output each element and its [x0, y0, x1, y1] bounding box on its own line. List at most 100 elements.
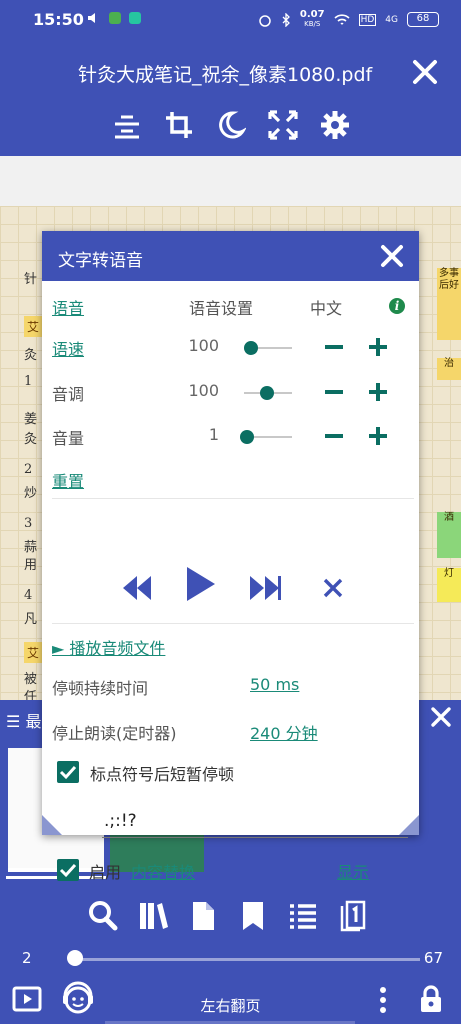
speed-minus-icon[interactable] — [325, 337, 343, 357]
pitch-plus-icon[interactable] — [369, 382, 387, 402]
doc-side-note: 酒 — [437, 512, 461, 558]
volume-icon — [88, 13, 95, 23]
stop-timer-value[interactable]: 240 分钟 — [250, 720, 318, 744]
close-icon[interactable] — [379, 243, 405, 269]
punct-pause-checkbox[interactable] — [57, 761, 79, 783]
tts-dialog: 文字转语音 语音 语音设置 中文 i 语速 100 音调 100 音量 1 重置… — [42, 231, 419, 882]
enable-replace-checkbox[interactable] — [57, 859, 79, 881]
page-start-number: 2 — [22, 949, 32, 967]
fullscreen-icon[interactable] — [268, 110, 298, 140]
volume-slider-knob[interactable] — [240, 430, 254, 444]
night-mode-icon[interactable] — [216, 110, 246, 140]
doc-tag: 艾 — [24, 316, 43, 337]
close-icon[interactable] — [429, 705, 453, 729]
message-icon — [109, 12, 121, 24]
pitch-value: 100 — [188, 381, 219, 400]
voice-link[interactable]: 语音 — [52, 295, 84, 319]
punct-chars-row: .;:!? — [42, 807, 419, 837]
more-options-icon[interactable] — [378, 986, 388, 1014]
document-icon[interactable] — [188, 900, 218, 932]
hd-icon: HD — [358, 13, 377, 26]
input-underline — [102, 837, 408, 838]
go-to-page-icon[interactable] — [338, 900, 368, 932]
stop-icon[interactable] — [322, 577, 344, 599]
pitch-slider-knob[interactable] — [260, 386, 274, 400]
language-label[interactable]: 中文 — [310, 295, 342, 319]
voice-settings-label[interactable]: 语音设置 — [189, 295, 253, 319]
settings-gear-icon[interactable] — [320, 110, 350, 140]
doc-char: 凡 — [24, 612, 38, 627]
bottom-nav: 左右翻页 — [0, 980, 461, 1024]
signal-label: 4G — [385, 14, 398, 25]
doc-side-note: 多事后好 — [437, 268, 461, 340]
show-link[interactable]: 显示 — [337, 859, 369, 883]
speed-label[interactable]: 语速 — [52, 336, 84, 360]
playback-controls — [42, 565, 419, 608]
pitch-label: 音调 — [52, 385, 85, 404]
list-icon[interactable] — [288, 900, 318, 932]
doc-char: 4 — [24, 588, 33, 603]
recent-files-header[interactable]: ☰ 最 — [6, 708, 41, 732]
lock-icon[interactable] — [418, 984, 444, 1014]
content-replace-link[interactable]: 内容替换 — [131, 859, 195, 883]
doc-side-note: 治 — [437, 358, 461, 380]
page-slider-track[interactable] — [74, 958, 420, 961]
speed-plus-icon[interactable] — [369, 337, 387, 357]
status-time: 15:50 — [33, 10, 84, 29]
page-end-number: 67 — [423, 949, 443, 967]
library-icon[interactable] — [138, 900, 168, 932]
pitch-minus-icon[interactable] — [325, 382, 343, 402]
reader-toolbar — [112, 110, 350, 140]
crop-icon[interactable] — [164, 110, 194, 140]
doc-char: 用 — [24, 558, 38, 573]
speed-slider-knob[interactable] — [244, 341, 258, 355]
content-replace-row: 启用 内容替换 显示 — [42, 855, 419, 885]
doc-char: 1 — [24, 374, 33, 389]
doc-char: 灸 — [24, 348, 38, 363]
bookmark-icon[interactable] — [238, 900, 268, 932]
text-align-icon[interactable] — [112, 110, 142, 140]
doc-side-note: 灯 — [437, 568, 461, 602]
divider — [52, 623, 414, 624]
dialog-title: 文字转语音 — [58, 251, 143, 271]
tts-dialog-header: 文字转语音 — [42, 231, 419, 281]
bottom-toolbar — [88, 900, 368, 932]
punct-chars-input[interactable]: .;:!? — [104, 811, 137, 831]
doc-char: 2 — [24, 462, 33, 477]
resize-handle-right[interactable] — [399, 815, 419, 835]
volume-label: 音量 — [52, 429, 85, 448]
resize-handle-left[interactable] — [42, 815, 62, 835]
document-title: 针灸大成笔记_祝余_像素1080.pdf — [78, 64, 373, 86]
play-audio-row: ► 播放音频文件 — [42, 631, 419, 661]
play-icon[interactable] — [185, 565, 217, 603]
bluetooth-icon — [282, 12, 290, 27]
enable-label: 启用 — [89, 863, 122, 882]
reset-link[interactable]: 重置 — [52, 468, 84, 492]
pitch-row: 音调 100 — [42, 377, 419, 407]
stop-timer-row: 停止朗读(定时器) 240 分钟 — [42, 716, 419, 746]
volume-plus-icon[interactable] — [369, 426, 387, 446]
voice-row: 语音 语音设置 中文 i — [42, 291, 419, 321]
doc-tag: 艾 — [24, 642, 43, 663]
alarm-icon — [259, 14, 271, 27]
net-speed: 0.07 KB/S — [299, 9, 325, 29]
pause-duration-value[interactable]: 50 ms — [250, 675, 299, 694]
volume-value: 1 — [208, 425, 219, 444]
rewind-icon[interactable] — [121, 573, 153, 603]
punct-pause-row: 标点符号后短暂停顿 — [42, 757, 419, 787]
menu-icon: ☰ — [6, 712, 21, 731]
page-turn-mode[interactable]: 左右翻页 — [0, 995, 461, 1016]
page-slider-knob[interactable] — [67, 950, 83, 966]
search-icon[interactable] — [88, 900, 118, 932]
doc-char: 姜 — [24, 412, 38, 427]
info-icon[interactable]: i — [389, 298, 405, 314]
pause-duration-label: 停顿持续时间 — [52, 679, 149, 698]
battery-icon: 68 — [407, 12, 439, 27]
volume-minus-icon[interactable] — [325, 426, 343, 446]
close-icon[interactable] — [411, 58, 439, 86]
reset-row: 重置 — [42, 464, 419, 494]
play-audio-file-link[interactable]: ► 播放音频文件 — [52, 635, 165, 659]
doc-char: 蒜 — [24, 540, 38, 555]
fast-forward-icon[interactable] — [248, 573, 282, 603]
speed-value: 100 — [188, 336, 219, 355]
